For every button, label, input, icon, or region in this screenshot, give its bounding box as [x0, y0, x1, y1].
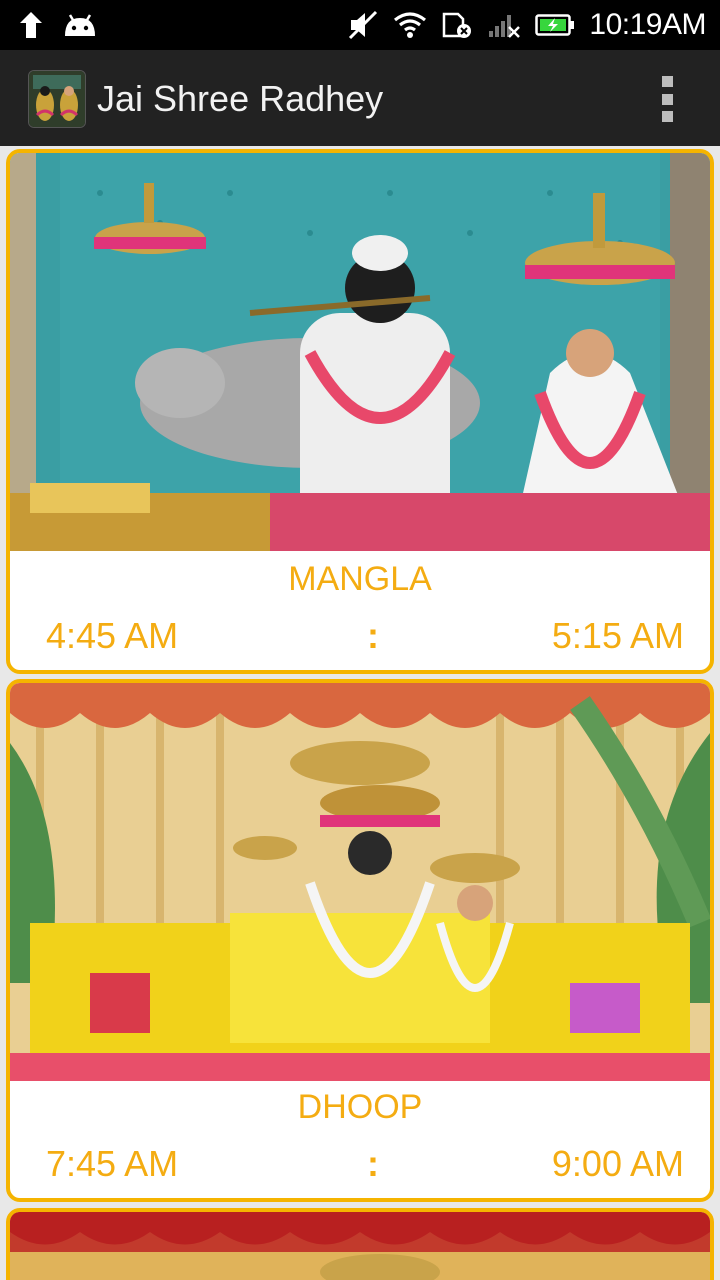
darshan-end-time: 9:00 AM [551, 1143, 684, 1184]
wifi-icon [393, 11, 427, 39]
status-time: 10:19AM [589, 8, 706, 41]
darshan-card[interactable] [6, 1208, 714, 1280]
app-bar: Jai Shree Radhey [0, 50, 720, 146]
darshan-start-time: 4:45 AM [46, 615, 179, 656]
darshan-name: MANGLA [288, 560, 432, 598]
time-separator: : [367, 1143, 379, 1184]
status-bar: 10:19AM [0, 0, 720, 50]
app-title: Jai Shree Radhey [97, 78, 384, 119]
darshan-start-time: 7:45 AM [46, 1143, 179, 1184]
darshan-card[interactable]: DHOOP 7:45 AM : 9:00 AM [6, 679, 714, 1202]
app-logo-icon[interactable] [28, 70, 86, 128]
deity-photo [10, 153, 710, 551]
mute-icon [347, 10, 379, 40]
sim-error-icon [441, 10, 473, 40]
time-separator: : [367, 615, 379, 656]
deity-photo [10, 683, 710, 1081]
darshan-name: DHOOP [297, 1088, 423, 1126]
signal-off-icon [487, 11, 521, 39]
deity-photo [10, 1212, 710, 1280]
darshan-card[interactable]: MANGLA 4:45 AM : 5:15 AM [6, 149, 714, 674]
upload-arrow-icon [18, 10, 44, 40]
android-icon [62, 12, 98, 38]
darshan-end-time: 5:15 AM [551, 615, 684, 656]
darshan-list[interactable]: MANGLA 4:45 AM : 5:15 AM DHOOP 7:45 AM:… [0, 146, 720, 1280]
battery-charging-icon [535, 13, 575, 37]
overflow-menu-icon[interactable] [656, 76, 678, 122]
